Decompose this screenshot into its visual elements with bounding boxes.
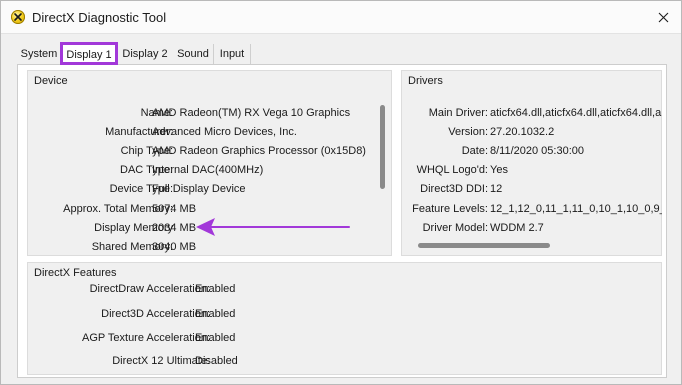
date-value: 8/11/2020 05:30:00	[490, 145, 584, 157]
tab-sound[interactable]: Sound	[172, 44, 214, 64]
tab-input[interactable]: Input	[213, 44, 251, 64]
title-bar: DirectX Diagnostic Tool	[1, 1, 681, 34]
close-button[interactable]	[649, 5, 677, 29]
direct3d-ddi-value: 12	[490, 183, 503, 195]
directdraw-value: Enabled	[195, 283, 236, 295]
device-group-title: Device	[34, 75, 68, 87]
driver-model-label: Driver Model:	[422, 222, 488, 234]
shared-memory-value: 3040 MB	[152, 241, 197, 253]
version-label: Version:	[448, 126, 488, 138]
whql-value: Yes	[490, 164, 508, 176]
directx-icon	[11, 10, 25, 24]
device-type-value: Full Display Device	[152, 183, 246, 195]
direct3d-ddi-label: Direct3D DDI:	[420, 183, 488, 195]
dx12-ultimate-label: DirectX 12 Ultimate:	[112, 355, 210, 367]
tab-system[interactable]: System	[18, 44, 60, 64]
drivers-group-title: Drivers	[408, 75, 443, 87]
agp-texture-value: Enabled	[195, 332, 236, 344]
total-memory-value: 5074 MB	[152, 203, 197, 215]
window-title: DirectX Diagnostic Tool	[32, 10, 167, 25]
date-label: Date:	[461, 145, 488, 157]
close-icon	[658, 12, 668, 22]
dx12-ultimate-value: Disabled	[195, 355, 238, 367]
drivers-scrollbar[interactable]	[418, 243, 550, 248]
version-value: 27.20.1032.2	[490, 126, 555, 138]
directdraw-label: DirectDraw Acceleration:	[89, 283, 210, 295]
dac-type-value: Internal DAC(400MHz)	[152, 164, 264, 176]
directx-features-group: DirectX Features DirectDraw Acceleration…	[27, 262, 662, 375]
chip-type-value: AMD Radeon Graphics Processor (0x15D8)	[152, 145, 366, 157]
drivers-group: Drivers Main Driver: aticfx64.dll,aticfx…	[401, 70, 662, 256]
tab-display-2[interactable]: Display 2	[120, 44, 170, 64]
directx-features-title: DirectX Features	[34, 267, 117, 279]
feature-levels-value: 12_1,12_0,11_1,11_0,10_1,10_0,9_3	[490, 203, 662, 215]
main-driver-value: aticfx64.dll,aticfx64.dll,aticfx64.dll,a…	[490, 107, 662, 119]
whql-label: WHQL Logo'd:	[416, 164, 488, 176]
arrow-icon	[196, 218, 350, 236]
driver-model-value: WDDM 2.7	[490, 222, 544, 234]
direct3d-accel-label: Direct3D Acceleration:	[101, 308, 210, 320]
agp-texture-label: AGP Texture Acceleration:	[82, 332, 210, 344]
manufacturer-value: Advanced Micro Devices, Inc.	[152, 126, 297, 138]
device-name-value: AMD Radeon(TM) RX Vega 10 Graphics	[152, 107, 351, 119]
main-driver-label: Main Driver:	[428, 107, 488, 119]
feature-levels-label: Feature Levels:	[412, 203, 488, 215]
tab-display-1[interactable]: Display 1	[60, 42, 118, 65]
direct3d-accel-value: Enabled	[195, 308, 236, 320]
device-scrollbar[interactable]	[380, 105, 385, 189]
